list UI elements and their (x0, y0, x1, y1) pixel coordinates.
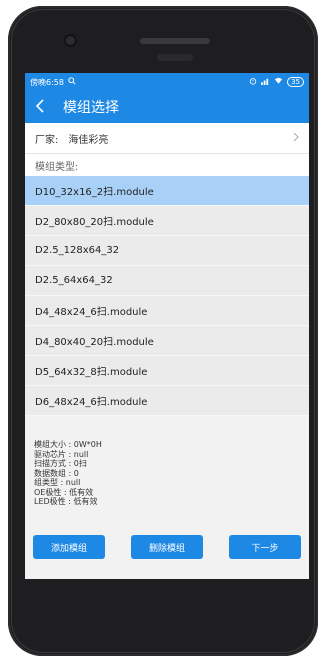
front-camera (66, 36, 75, 45)
info-data-groups: 数据数组 : 0 (34, 468, 79, 478)
battery-indicator: 35 (287, 77, 304, 87)
module-list-item[interactable]: D2_80x80_20扫.module (25, 206, 309, 236)
chevron-right-icon (293, 131, 299, 145)
delete-module-button[interactable]: 删除模组 (131, 535, 203, 559)
action-buttons: 添加模组 删除模组 下一步 (25, 535, 309, 559)
module-list-item[interactable]: D4_48x24_6扫.module (25, 296, 309, 326)
alarm-icon (249, 77, 257, 87)
proximity-sensor (157, 54, 193, 61)
module-type-label: 模组类型: (25, 154, 309, 176)
info-group-type: 组类型 : null (34, 478, 81, 487)
phone-bottom-bezel (8, 586, 318, 656)
module-list-item[interactable]: D4_80x40_20扫.module (25, 326, 309, 356)
chevron-left-icon (35, 98, 45, 117)
status-bar: 傍晚6:58 35 (25, 73, 309, 91)
module-list-item[interactable]: D5_64x32_8扫.module (25, 356, 309, 386)
next-step-button[interactable]: 下一步 (229, 535, 301, 559)
info-scan: 扫描方式 : 0扫 (34, 459, 87, 468)
info-led-polarity: LED极性 : 低有效 (34, 497, 98, 506)
wifi-icon (274, 77, 283, 87)
info-size: 模组大小 : 0W*0H (34, 440, 102, 449)
module-list-item[interactable]: D10_32x16_2扫.module (25, 176, 309, 206)
title-bar: 模组选择 (25, 91, 309, 123)
vendor-label: 厂家: (35, 134, 59, 146)
module-list-item[interactable]: D6_48x24_6扫.module (25, 386, 309, 416)
info-oe-polarity: OE极性 : 低有效 (34, 487, 94, 497)
phone-screen: 傍晚6:58 35 模组选择 厂家: 海佳彩亮 模组类型: D10_32x16_… (25, 73, 309, 579)
module-info-panel: 模组大小 : 0W*0H 驱动芯片 : null 扫描方式 : 0扫 数据数组 … (25, 423, 309, 531)
earpiece-speaker (140, 38, 210, 44)
info-chip: 驱动芯片 : null (34, 449, 89, 459)
status-time: 傍晚6:58 (30, 77, 64, 87)
module-list: D10_32x16_2扫.module D2_80x80_20扫.module D2… (25, 176, 309, 416)
module-list-item[interactable]: D2.5_128x64_32 (25, 236, 309, 266)
page-title: 模组选择 (63, 100, 119, 116)
back-button[interactable] (25, 98, 55, 117)
search-icon (68, 77, 76, 87)
vendor-value: 海佳彩亮 (68, 134, 109, 146)
signal-icon (261, 77, 270, 87)
add-module-button[interactable]: 添加模组 (33, 535, 105, 559)
module-list-item[interactable]: D2.5_64x64_32 (25, 266, 309, 296)
vendor-selector[interactable]: 厂家: 海佳彩亮 (25, 123, 309, 154)
